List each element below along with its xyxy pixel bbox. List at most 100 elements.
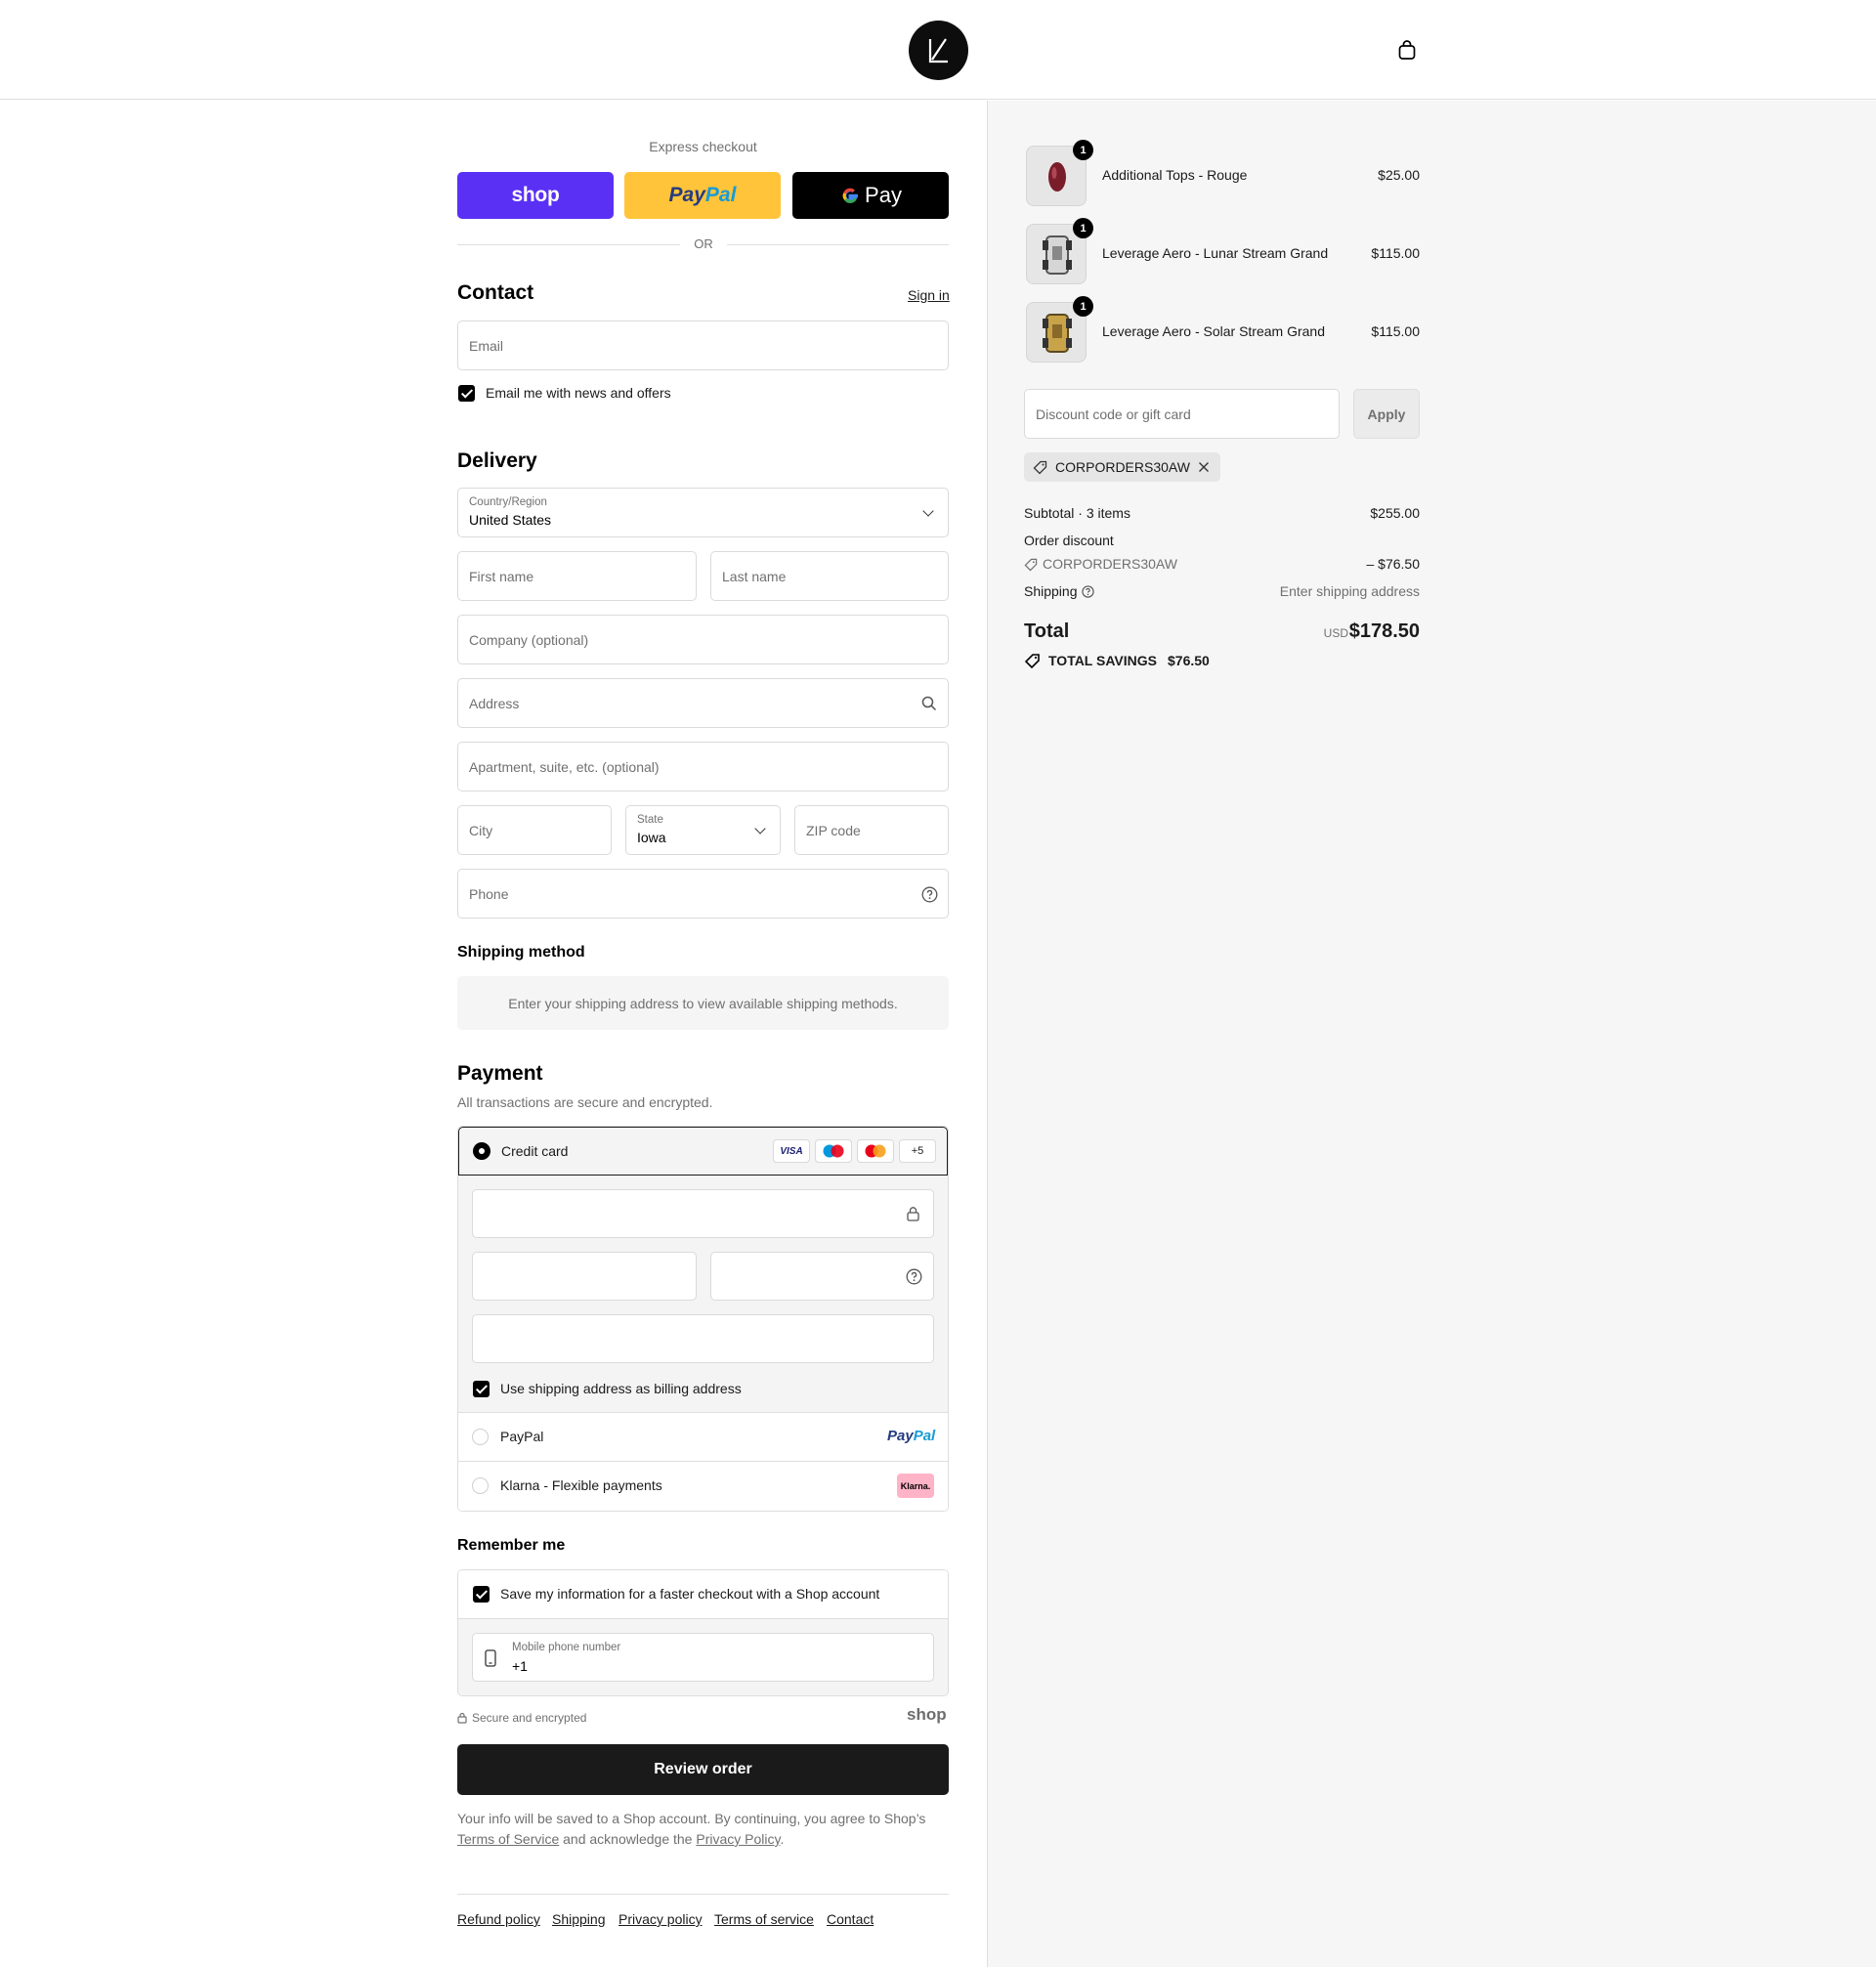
save-info-label: Save my information for a faster checkou… — [500, 1586, 880, 1602]
card-number-field[interactable] — [472, 1189, 934, 1238]
paypal-option-logo-pay: Pay — [887, 1428, 914, 1444]
apply-discount-button[interactable]: Apply — [1353, 389, 1420, 439]
footer-contact-link[interactable]: Contact — [827, 1911, 874, 1927]
mastercard-badge — [857, 1139, 894, 1163]
footer-terms-link[interactable]: Terms of service — [714, 1911, 814, 1927]
last-name-placeholder: Last name — [722, 568, 787, 584]
shipping-value: Enter shipping address — [1279, 583, 1420, 599]
shipping-method-title: Shipping method — [457, 944, 585, 961]
first-name-placeholder: First name — [469, 568, 534, 584]
apartment-placeholder: Apartment, suite, etc. (optional) — [469, 758, 660, 775]
billing-same-label: Use shipping address as billing address — [500, 1381, 742, 1396]
shipping-method-notice: Enter your shipping address to view avai… — [457, 976, 949, 1030]
phone-field[interactable]: Phone — [457, 869, 949, 919]
order-discount-label: Order discount — [1024, 533, 1114, 548]
credit-card-label: Credit card — [501, 1143, 569, 1159]
zip-field[interactable]: ZIP code — [794, 805, 949, 855]
billing-same-checkbox[interactable] — [473, 1381, 490, 1397]
help-circle-icon[interactable] — [921, 886, 938, 903]
shop-pay-button[interactable]: shop — [457, 172, 614, 219]
paypal-option-logo-pal: Pal — [913, 1428, 936, 1444]
help-circle-icon[interactable] — [1082, 585, 1094, 598]
paypal-radio[interactable] — [472, 1429, 489, 1445]
payment-methods-box: Credit card VISA +5 Use shipping address — [457, 1126, 949, 1512]
maestro-badge — [815, 1139, 852, 1163]
legal-end: . — [780, 1831, 785, 1847]
footer-shipping-link[interactable]: Shipping — [552, 1911, 606, 1927]
klarna-logo: Klarna. — [897, 1474, 934, 1498]
legal-and-ack: and acknowledge the — [559, 1831, 697, 1847]
header — [0, 0, 1876, 100]
total-savings-value: $76.50 — [1168, 653, 1210, 668]
shopping-bag-icon[interactable] — [1396, 39, 1418, 61]
city-field[interactable]: City — [457, 805, 612, 855]
divider-left — [457, 244, 680, 245]
contact-title: Contact — [457, 281, 534, 304]
paypal-logo-pal: Pal — [704, 184, 737, 206]
state-select[interactable]: State Iowa — [625, 805, 781, 855]
security-code-field[interactable] — [710, 1252, 934, 1301]
company-field[interactable]: Company (optional) — [457, 615, 949, 664]
quantity-badge: 1 — [1073, 140, 1093, 160]
logo-mark-icon — [928, 38, 948, 64]
store-logo[interactable] — [909, 21, 968, 80]
klarna-radio[interactable] — [472, 1477, 489, 1494]
city-placeholder: City — [469, 822, 493, 838]
help-circle-icon[interactable] — [906, 1268, 922, 1285]
paypal-logo: PayPal — [669, 184, 737, 207]
credit-card-radio[interactable] — [473, 1142, 490, 1160]
country-select[interactable]: Country/Region United States — [457, 488, 949, 537]
country-label: Country/Region — [469, 496, 547, 508]
apply-label: Apply — [1367, 406, 1406, 422]
klarna-option[interactable]: Klarna - Flexible payments Klarna. — [458, 1462, 948, 1511]
mobile-phone-value: +1 — [512, 1658, 528, 1674]
more-cards-badge: +5 — [899, 1139, 936, 1163]
shipping-label: Shipping — [1024, 583, 1078, 599]
tag-icon — [1024, 558, 1038, 572]
paypal-option-logo: PayPal — [887, 1428, 935, 1444]
sign-in-link[interactable]: Sign in — [908, 287, 950, 303]
subtotal-label: Subtotal · 3 items — [1024, 505, 1130, 521]
newsletter-checkbox[interactable] — [458, 385, 475, 402]
phone-placeholder: Phone — [469, 885, 509, 902]
paypal-logo-pay: Pay — [668, 184, 705, 206]
terms-of-service-link[interactable]: Terms of Service — [457, 1831, 559, 1847]
order-summary-panel — [987, 101, 1876, 1967]
name-on-card-field[interactable] — [472, 1314, 934, 1363]
last-name-field[interactable]: Last name — [710, 551, 949, 601]
footer-divider — [457, 1894, 949, 1895]
save-info-checkbox[interactable] — [473, 1586, 490, 1603]
more-cards-label: +5 — [911, 1145, 924, 1157]
mobile-phone-field[interactable]: Mobile phone number +1 — [472, 1633, 934, 1682]
expiration-date-field[interactable] — [472, 1252, 697, 1301]
lock-icon — [457, 1712, 467, 1724]
lock-icon — [907, 1207, 919, 1221]
visa-label: VISA — [780, 1145, 803, 1157]
maestro-icon — [823, 1144, 844, 1158]
mastercard-icon — [865, 1144, 886, 1158]
credit-card-option[interactable]: Credit card VISA +5 — [458, 1127, 948, 1176]
paypal-option[interactable]: PayPal PayPal — [458, 1413, 948, 1462]
address-field[interactable]: Address — [457, 678, 949, 728]
email-placeholder: Email — [469, 337, 504, 354]
close-icon[interactable] — [1198, 461, 1210, 473]
footer-privacy-policy-link[interactable]: Privacy policy — [618, 1911, 703, 1927]
footer-refund-policy-link[interactable]: Refund policy — [457, 1911, 540, 1927]
privacy-policy-link[interactable]: Privacy Policy — [696, 1831, 780, 1847]
quantity-badge: 1 — [1073, 296, 1093, 317]
item-name: Leverage Aero - Lunar Stream Grand — [1102, 245, 1329, 261]
chevron-down-icon — [754, 823, 766, 834]
applied-discount-tag: CORPORDERS30AW — [1024, 452, 1220, 482]
country-value: United States — [469, 512, 552, 528]
company-placeholder: Company (optional) — [469, 631, 589, 648]
mobile-phone-icon — [485, 1649, 496, 1667]
google-pay-button[interactable]: Pay — [792, 172, 949, 219]
discount-code-field[interactable]: Discount code or gift card — [1024, 389, 1340, 439]
email-field[interactable]: Email — [457, 321, 949, 370]
paypal-button[interactable]: PayPal — [624, 172, 781, 219]
apartment-field[interactable]: Apartment, suite, etc. (optional) — [457, 742, 949, 791]
klarna-option-label: Klarna - Flexible payments — [500, 1477, 662, 1493]
first-name-field[interactable]: First name — [457, 551, 697, 601]
secure-encrypted-label: Secure and encrypted — [472, 1711, 587, 1725]
review-order-button[interactable]: Review order — [457, 1744, 949, 1795]
